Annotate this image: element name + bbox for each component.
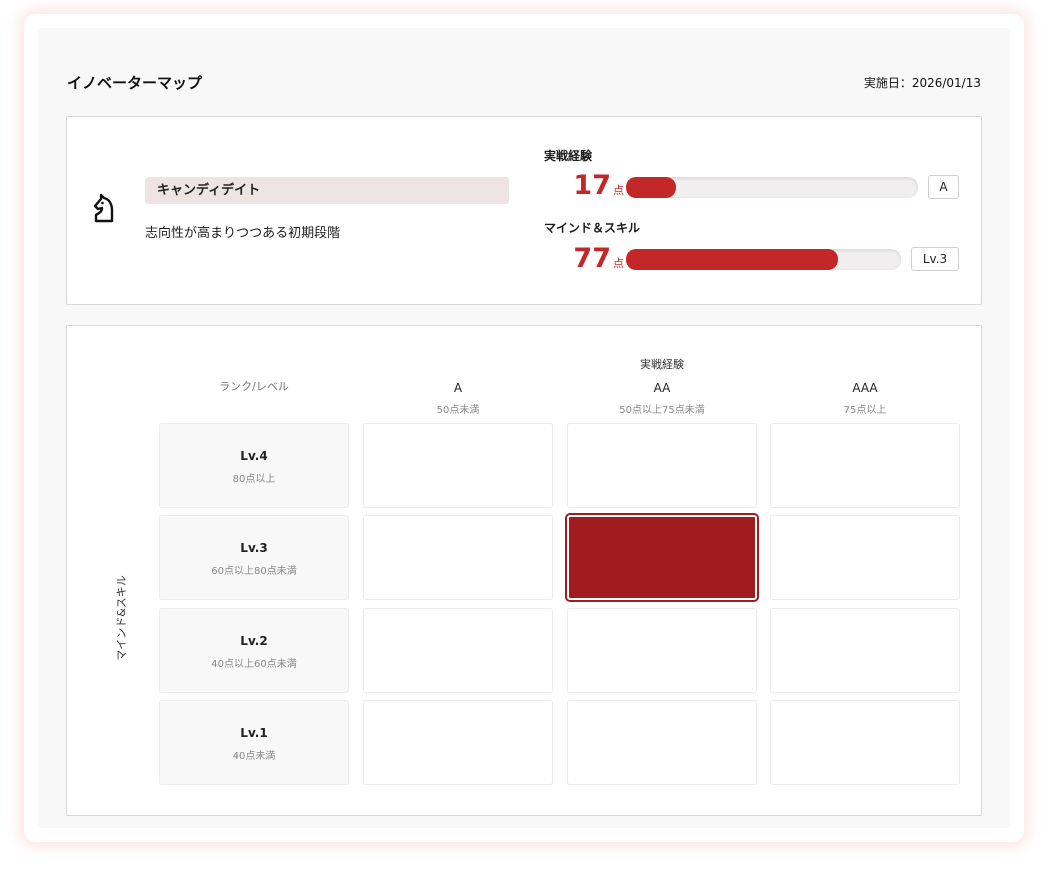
progress-fill-mind-skill — [626, 249, 838, 270]
date-text: 実施日：2026/01/13 — [863, 76, 981, 90]
matrix-cell — [770, 515, 960, 600]
metric-score-experience: 17 点 — [544, 171, 624, 206]
progress-bar-mind-skill — [626, 249, 901, 270]
row-label: Lv.4 — [240, 449, 268, 463]
matrix-cell — [770, 608, 960, 693]
column-header-a: A 50点未満 — [363, 381, 553, 416]
metric-score-mind-skill: 77 点 — [544, 244, 624, 279]
summary-card: キャンディデイト 志向性が高まりつつある初期段階 実戦経験 17 点 A マインド… — [66, 116, 982, 305]
metric-label-mind-skill: マインド＆スキル — [544, 221, 641, 235]
column-sublabel: 50点未満 — [436, 405, 480, 416]
matrix-card: 実戦経験 マインド&スキル ランク/レベル A 50点未満 AA 50点以上75… — [66, 325, 982, 816]
row-sublabel: 40点未満 — [232, 751, 276, 762]
outer-card: イノベーターマップ 実施日：2026/01/13 キャンディデイト 志向性が高ま… — [24, 14, 1024, 842]
report-panel: イノベーターマップ 実施日：2026/01/13 キャンディデイト 志向性が高ま… — [38, 28, 1010, 828]
column-label: AA — [653, 381, 671, 395]
matrix-cell — [770, 700, 960, 785]
matrix-cell — [363, 700, 553, 785]
column-sublabel: 50点以上75点未満 — [619, 405, 705, 416]
type-description: 志向性が高まりつつある初期段階 — [145, 226, 341, 241]
rank-tag-experience: A — [928, 175, 959, 199]
horse-head-icon — [93, 193, 114, 223]
type-badge: キャンディデイト — [145, 177, 509, 204]
row-sublabel: 80点以上 — [232, 474, 276, 485]
x-axis-title: 実戦経験 — [640, 358, 684, 371]
matrix-cell — [770, 423, 960, 508]
row-header-lv3: Lv.3 60点以上80点未満 — [159, 515, 349, 600]
column-label: A — [453, 381, 463, 395]
matrix-cell — [363, 515, 553, 600]
row-label: Lv.2 — [240, 634, 268, 648]
row-sublabel: 40点以上60点未満 — [211, 659, 297, 670]
row-header-lv2: Lv.2 40点以上60点未満 — [159, 608, 349, 693]
column-header-aaa: AAA 75点以上 — [770, 381, 960, 416]
matrix-cell-highlighted — [567, 515, 757, 600]
corner-label: ランク/レベル — [219, 380, 289, 393]
row-header-lv4: Lv.4 80点以上 — [159, 423, 349, 508]
score-unit: 点 — [613, 184, 624, 197]
matrix-cell — [567, 423, 757, 508]
matrix-cell — [363, 608, 553, 693]
rank-tag-mind-skill: Lv.3 — [911, 247, 959, 271]
page-title: イノベーターマップ — [67, 74, 203, 92]
matrix-cell — [363, 423, 553, 508]
row-header-lv1: Lv.1 40点未満 — [159, 700, 349, 785]
column-header-aa: AA 50点以上75点未満 — [567, 381, 757, 416]
metric-label-experience: 実戦経験 — [544, 149, 593, 163]
matrix-cell — [567, 608, 757, 693]
score-unit: 点 — [613, 257, 624, 270]
progress-bar-experience — [626, 177, 918, 198]
column-label: AAA — [852, 381, 878, 395]
score-value: 77 — [573, 243, 611, 274]
y-axis-label: マインド&スキル — [115, 575, 128, 661]
score-value: 17 — [573, 170, 611, 201]
matrix-cell — [567, 700, 757, 785]
row-label: Lv.1 — [240, 726, 268, 740]
progress-fill-experience — [626, 177, 676, 198]
column-sublabel: 75点以上 — [843, 405, 887, 416]
row-label: Lv.3 — [240, 541, 268, 555]
row-sublabel: 60点以上80点未満 — [211, 566, 297, 577]
